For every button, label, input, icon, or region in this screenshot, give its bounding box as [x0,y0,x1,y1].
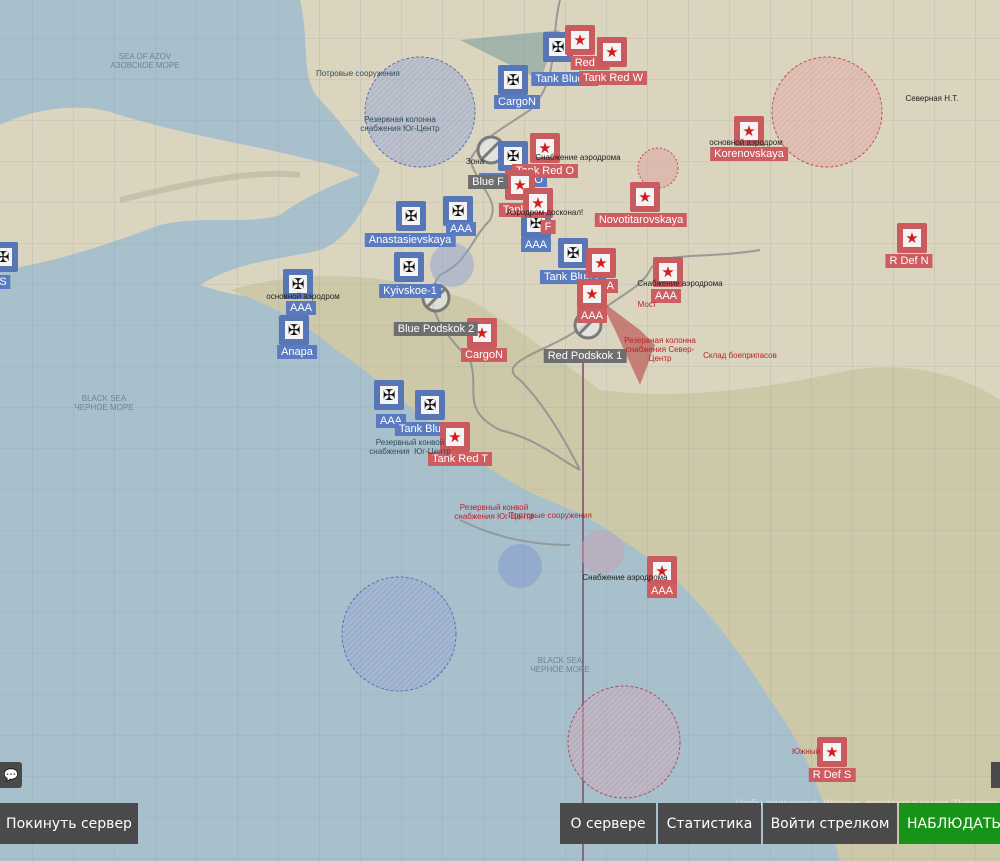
iron-cross-icon: ✠ [564,244,582,262]
blue-zone [430,243,474,287]
podskok-label[interactable]: Red Podskok 1 [543,349,627,363]
statistics-button[interactable]: Статистика [658,803,761,844]
map-text: Снабжение аэродрома [535,153,621,162]
blue-unit-marker[interactable]: ✠ [396,201,426,231]
blue-zone [498,544,542,588]
blue-unit-marker[interactable]: ✠ [0,242,18,272]
red-unit-marker[interactable]: ★ [630,182,660,212]
iron-cross-icon: ✠ [380,386,398,404]
red-unit-marker[interactable]: ★ [586,248,616,278]
unit-label[interactable]: Korenovskaya [710,147,788,161]
unit-label[interactable]: AAA [285,301,317,315]
observe-button[interactable]: НАБЛЮДАТЬ [899,803,1000,844]
about-server-button[interactable]: О сервере [560,803,656,844]
red-star-icon: ★ [903,229,921,247]
map-text: Аэродром досконал! [506,208,584,217]
blue-unit-marker[interactable]: ✠ [415,390,445,420]
map-text: SEA OF AZOV АЗОВСКОЕ МОРЕ [110,52,180,70]
unit-label[interactable]: AAA [576,309,608,323]
red-star-icon: ★ [636,188,654,206]
red-unit-marker[interactable]: ★ [597,37,627,67]
unit-label[interactable]: F [540,220,556,234]
map-text: Снабжение аэродрома [637,279,723,288]
map-text: Резервная колонна снабжения Юг-Центр [360,115,440,133]
unit-label[interactable]: Novotitarovskaya [594,213,688,227]
unit-label[interactable]: R Def N [885,254,933,268]
blue-unit-marker[interactable]: ✠ [498,65,528,95]
map-text: Портовые сооружения [508,511,592,520]
leave-server-button[interactable]: Покинуть сервер [0,803,138,844]
map-text: Зона [465,157,485,166]
iron-cross-icon: ✠ [504,71,522,89]
podskok-label[interactable]: Blue Podskok 2 [393,322,479,336]
unit-label[interactable]: Tank Red W [579,71,647,85]
iron-cross-icon: ✠ [402,207,420,225]
red-zone [580,530,624,574]
tactical-map[interactable] [0,0,1000,861]
map-text: Мост [637,300,657,309]
map-text: основной аэродром [266,292,340,301]
unit-label[interactable]: AAA [520,238,552,252]
blue-unit-marker[interactable]: ✠ [558,238,588,268]
map-text: Резервный конвой снабжения Юг-Центр [369,438,451,456]
unit-label[interactable]: Anastasievskaya [364,233,456,247]
unit-label[interactable]: S [0,275,11,289]
map-text: Северная Н.Т. [905,94,959,103]
unit-label[interactable]: Anapa [277,345,317,359]
red-unit-marker[interactable]: ★ [817,737,847,767]
map-text: Склад боеприпасов [703,351,777,360]
unit-label[interactable]: CargoN [494,95,540,109]
red-unit-marker[interactable]: ★ [897,223,927,253]
join-gunner-button[interactable]: Войти стрелком [763,803,897,844]
iron-cross-icon: ✠ [289,275,307,293]
iron-cross-icon: ✠ [504,147,522,165]
red-unit-marker[interactable]: ★ [565,25,595,55]
iron-cross-icon: ✠ [400,258,418,276]
iron-cross-icon: ✠ [285,321,303,339]
red-star-icon: ★ [592,254,610,272]
unit-label[interactable]: R Def S [808,768,856,782]
podskok-label[interactable]: Blue F [468,175,508,189]
map-text: Потровые сооружения [316,69,400,78]
red-star-icon: ★ [571,31,589,49]
blue-unit-marker[interactable]: ✠ [279,315,309,345]
chat-bubble-icon: 💬 [3,768,19,782]
map-text: Резервная колонна снабжения Север- Центр [624,336,696,363]
red-star-icon: ★ [823,743,841,761]
unit-label[interactable]: Kyivskoe-1 [379,284,441,298]
blue-unit-marker[interactable]: ✠ [394,252,424,282]
map-text: Южный [791,747,821,756]
red-unit-marker[interactable]: ★ [577,279,607,309]
map-text: BLACK SEA ЧЕРНОЕ МОРЕ [74,394,134,412]
side-panel-toggle[interactable] [991,762,1000,788]
iron-cross-icon: ✠ [449,202,467,220]
blue-unit-marker[interactable]: ✠ [374,380,404,410]
unit-label[interactable]: AAA [646,584,678,598]
red-star-icon: ★ [603,43,621,61]
unit-label[interactable]: AAA [445,222,477,236]
map-text: Снабжение аэродрома [582,573,668,582]
iron-cross-icon: ✠ [421,396,439,414]
red-star-icon: ★ [583,285,601,303]
map-text: основной аэродром [709,138,783,147]
iron-cross-icon: ✠ [0,248,12,266]
unit-label[interactable]: CargoN [461,348,507,362]
map-text: BLACK SEA ЧЕРНОЕ МОРЕ [530,656,590,674]
chat-button[interactable]: 💬 [0,762,22,788]
